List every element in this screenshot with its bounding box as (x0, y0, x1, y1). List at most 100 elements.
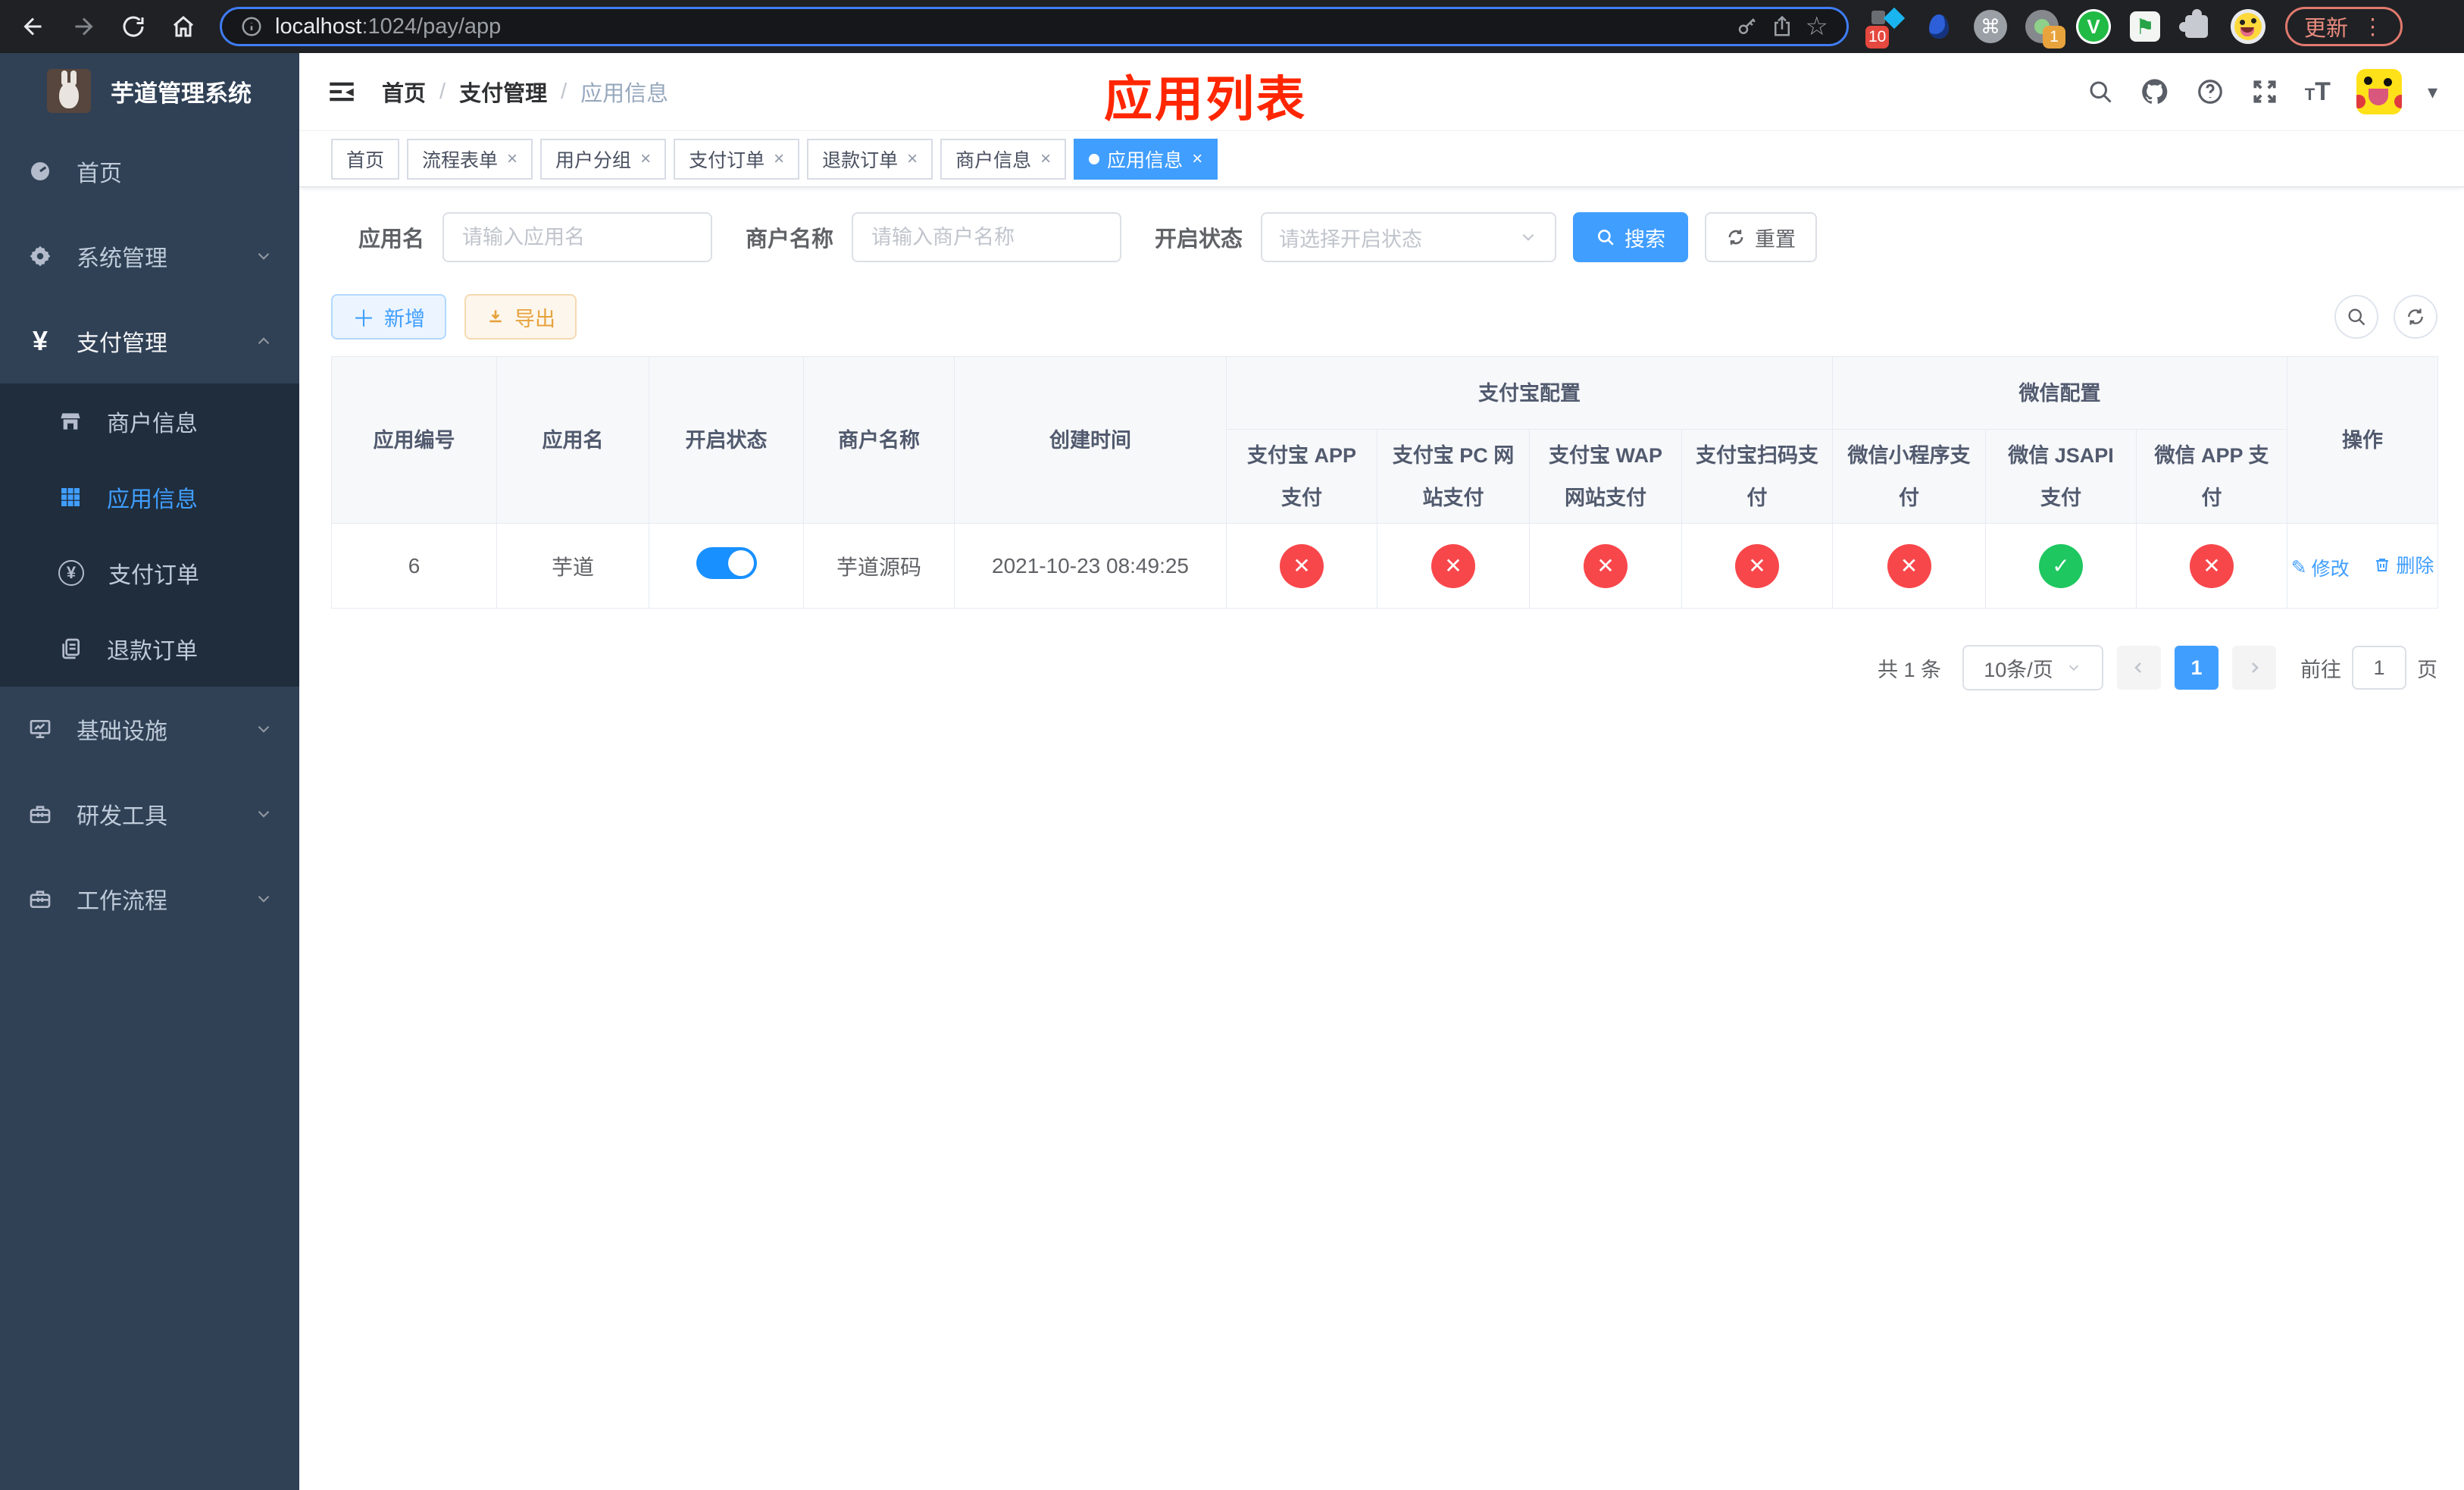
col-status: 开启状态 (649, 356, 804, 524)
export-button[interactable]: 导出 (464, 294, 577, 340)
page-size-select[interactable]: 10条/页 (1962, 645, 2103, 690)
pagination-total: 共 1 条 (1877, 658, 1941, 681)
sidebar-fold-icon[interactable] (326, 76, 358, 108)
chevron-right-icon (2252, 662, 2259, 673)
extensions-puzzle-icon[interactable] (2179, 9, 2214, 44)
edit-link[interactable]: ✎ 修改 (2291, 554, 2350, 581)
toolbox-icon (30, 806, 51, 823)
command-extension-icon[interactable]: ⌘ (1973, 9, 2008, 44)
add-button[interactable]: ＋ 新增 (331, 294, 446, 340)
active-dot (1089, 153, 1100, 164)
profile-avatar[interactable] (2231, 9, 2265, 44)
close-icon[interactable]: × (1192, 149, 1202, 170)
sidebar-item-payment[interactable]: ¥ 支付管理 (0, 299, 299, 383)
sidebar-item-infrastructure[interactable]: 基础设施 (0, 687, 299, 772)
balloon-extension-icon[interactable] (1921, 9, 1956, 44)
sidebar-item-workflow[interactable]: 工作流程 (0, 856, 299, 941)
col-alipay-qr: 支付宝扫码支付 (1681, 429, 1833, 524)
tab-merchant-info[interactable]: 商户信息 × (940, 138, 1067, 180)
user-avatar[interactable] (2356, 69, 2402, 114)
col-app-id: 应用编号 (331, 356, 497, 524)
search-icon[interactable] (2087, 78, 2114, 105)
sidebar-item-home[interactable]: 首页 (0, 129, 299, 214)
sidebar-item-app-info[interactable]: 应用信息 (0, 459, 299, 535)
browser-menu-kebab-icon[interactable]: ⋮ (2362, 14, 2384, 40)
wappalyzer-extension-icon[interactable]: 10 (1865, 7, 1906, 49)
browser-nav-buttons (20, 13, 197, 40)
status-select[interactable]: 请选择开启状态 (1261, 212, 1557, 262)
app-table: 应用编号 应用名 开启状态 商户名称 创建时间 支付宝配置 微信配置 操作 支付… (331, 356, 2439, 609)
fullscreen-icon[interactable] (2250, 77, 2279, 106)
close-icon[interactable]: × (507, 149, 518, 170)
logo-avatar (47, 69, 91, 113)
sidebar-item-merchant-info[interactable]: 商户信息 (0, 383, 299, 459)
flag-extension-icon[interactable]: ⚑ (2128, 9, 2162, 44)
prev-page-button[interactable] (2117, 646, 2161, 690)
tab-payment-orders[interactable]: 支付订单 × (674, 138, 800, 180)
github-icon[interactable] (2140, 77, 2170, 107)
col-merchant: 商户名称 (803, 356, 955, 524)
caret-down-icon[interactable]: ▾ (2428, 80, 2437, 104)
cell-merchant: 芋道源码 (803, 523, 955, 609)
home-icon[interactable] (170, 13, 197, 40)
recorder-extension-icon[interactable]: 1 (2025, 9, 2065, 49)
close-icon[interactable]: × (1040, 149, 1051, 170)
breadcrumb-home[interactable]: 首页 (382, 76, 426, 108)
tab-home[interactable]: 首页 (331, 138, 400, 180)
goto-page: 前往 页 (2300, 646, 2437, 690)
password-key-icon[interactable] (1736, 15, 1759, 38)
goto-page-input[interactable] (2352, 646, 2406, 690)
page-number-1[interactable]: 1 (2175, 646, 2219, 690)
font-size-icon[interactable]: TT (2305, 77, 2331, 107)
trash-icon (2376, 558, 2389, 571)
tab-user-group[interactable]: 用户分组 × (540, 138, 667, 180)
col-wx-jsapi: 微信 JSAPI 支付 (1985, 429, 2137, 524)
delete-link[interactable]: 删除 (2373, 551, 2434, 578)
document-icon (62, 638, 80, 659)
breadcrumb-payment[interactable]: 支付管理 (459, 76, 547, 108)
merchant-name-input[interactable] (852, 212, 1122, 262)
sidebar-item-payment-orders[interactable]: ¥ 支付订单 (0, 535, 299, 611)
next-page-button[interactable] (2232, 646, 2276, 690)
help-icon[interactable] (2196, 77, 2225, 106)
tab-refund-orders[interactable]: 退款订单 × (807, 138, 933, 180)
url-bar[interactable]: localhost:1024/pay/app ☆ (220, 7, 1849, 46)
show-search-button[interactable] (2334, 295, 2378, 339)
back-icon[interactable] (20, 13, 47, 40)
app-logo[interactable]: 芋道管理系统 (0, 53, 299, 129)
site-info-icon[interactable] (240, 15, 263, 38)
storefront-icon (61, 413, 80, 430)
refresh-table-button[interactable] (2394, 295, 2437, 339)
bookmark-star-icon[interactable]: ☆ (1806, 14, 1828, 39)
pagination: 共 1 条 10条/页 1 前往 页 (331, 645, 2437, 690)
share-icon[interactable] (1771, 15, 1793, 38)
close-icon[interactable]: × (640, 149, 651, 170)
tab-app-info[interactable]: 应用信息 × (1074, 138, 1218, 180)
wx-jsapi-status-enabled: ✓ (2039, 543, 2083, 588)
extension-badge: 1 (2043, 26, 2065, 49)
merchant-name-label: 商户名称 (746, 227, 834, 252)
plus-icon: ＋ (352, 307, 375, 332)
close-icon[interactable]: × (774, 149, 784, 170)
close-icon[interactable]: × (907, 149, 918, 170)
sidebar-item-dev-tools[interactable]: 研发工具 (0, 772, 299, 856)
filter-form: 应用名 商户名称 开启状态 请选择开启状态 搜索 重置 (358, 212, 2437, 262)
reset-button[interactable]: 重置 (1705, 212, 1818, 262)
vue-devtools-extension-icon[interactable]: V (2076, 9, 2111, 44)
extensions-row: 10 ⌘ 1 V ⚑ (1865, 7, 2265, 49)
sidebar-item-refund-orders[interactable]: 退款订单 (0, 611, 299, 687)
yen-icon: ¥ (32, 325, 48, 356)
cell-app-name: 芋道 (496, 523, 649, 609)
forward-icon[interactable] (70, 13, 97, 40)
status-toggle[interactable] (696, 547, 757, 579)
tab-process-form[interactable]: 流程表单 × (407, 138, 533, 180)
app-name-input[interactable] (442, 212, 713, 262)
col-alipay-pc: 支付宝 PC 网站支付 (1377, 429, 1530, 524)
sidebar-item-system[interactable]: 系统管理 (0, 214, 299, 299)
cell-status (649, 523, 804, 609)
wx-app-status-disabled: ✕ (2190, 543, 2234, 588)
search-button[interactable]: 搜索 (1573, 212, 1689, 262)
reload-icon[interactable] (120, 13, 147, 40)
chrome-update-button[interactable]: 更新 ⋮ (2285, 7, 2403, 46)
cell-created: 2021-10-23 08:49:25 (954, 523, 1227, 609)
